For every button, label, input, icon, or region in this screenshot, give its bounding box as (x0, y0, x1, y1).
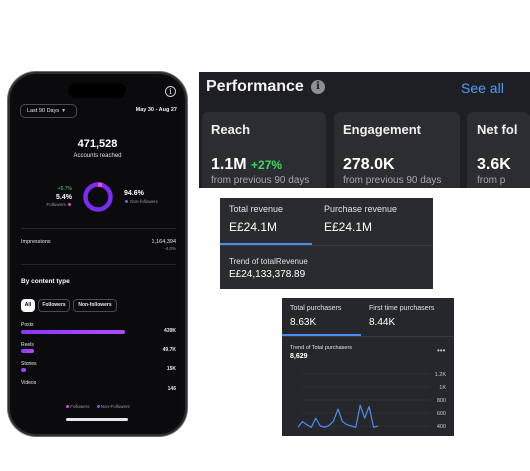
donut-non-followers-arc (83, 182, 113, 212)
bar-reels (21, 349, 135, 353)
accounts-reached-label: Accounts reached (73, 153, 122, 159)
total-purchasers-label: Total purchasers (290, 305, 342, 312)
card-title: Net fol (477, 122, 518, 137)
card-subtitle: from previous 90 days (343, 175, 442, 186)
row-label-posts: Posts (21, 322, 34, 328)
date-range-text: May 30 - Aug 27 (135, 107, 177, 113)
followers-label: Followers (46, 202, 66, 207)
non-followers-dot (96, 405, 100, 409)
card-value: 1.1M (211, 156, 247, 173)
followers-legend: Followers (34, 202, 72, 207)
followers-percent: 5.4% (56, 194, 72, 201)
info-icon[interactable]: i (311, 80, 325, 94)
followers-change: +6.7% (57, 186, 72, 192)
card-subtitle: from p (477, 175, 506, 186)
card-value-row: 1.1M +27% (211, 156, 282, 174)
card-change: +27% (251, 158, 283, 172)
impressions-label: Impressions (21, 239, 51, 245)
card-value: 278.0K (343, 156, 395, 173)
total-revenue-label: Total revenue (229, 204, 284, 214)
dynamic-island (68, 83, 126, 98)
bar-posts (21, 330, 135, 334)
engagement-card[interactable]: Engagement 278.0K from previous 90 days (334, 112, 460, 188)
legend-followers: Followers (70, 404, 90, 409)
more-options-icon[interactable]: ••• (437, 346, 445, 355)
row-label-reels: Reels (21, 342, 34, 348)
revenue-trend-value: E£24,133,378.89 (229, 269, 306, 280)
y-tick-label: 1K (439, 385, 446, 391)
info-icon[interactable]: i (165, 86, 176, 97)
divider (21, 228, 176, 229)
non-followers-percent: 94.6% (124, 190, 144, 197)
row-value-posts: 439K (164, 328, 176, 334)
performance-title: Performance (206, 78, 304, 95)
content-type-title: By content type (21, 278, 70, 285)
non-followers-dot (125, 200, 128, 204)
accounts-reached-value: 471,528 (77, 138, 118, 150)
net-followers-card[interactable]: Net fol 3.6K from p (467, 112, 530, 188)
divider (282, 336, 454, 337)
row-value-reels: 49.7K (162, 347, 176, 353)
followers-donut-chart (83, 182, 113, 212)
impressions-change: -4.0% (164, 246, 176, 251)
purchasers-trend-label: Trend of Total purchasers (290, 345, 353, 351)
series-line-total-purchasers (297, 404, 379, 428)
card-value: 3.6K (477, 156, 511, 173)
chevron-down-icon: ▼ (61, 108, 67, 114)
phone-screen (14, 78, 181, 430)
purchasers-trend-chart: 1.2K 1K 800 600 400 (297, 372, 447, 430)
bar-fill-posts (21, 330, 125, 334)
bar-stories (21, 368, 135, 372)
see-all-link[interactable]: See all (461, 80, 504, 96)
tab-all[interactable]: All (21, 299, 35, 312)
date-range-dropdown-label: Last 90 Days (27, 108, 60, 114)
purchase-revenue-label: Purchase revenue (324, 204, 398, 214)
tab-followers[interactable]: Followers (38, 299, 70, 312)
total-revenue-value: E£24.1M (229, 220, 278, 234)
total-purchasers-value: 8.63K (290, 317, 317, 328)
y-tick-label: 400 (437, 424, 446, 430)
bar-fill-reels (21, 349, 34, 353)
y-tick-label: 600 (437, 411, 446, 417)
reach-card[interactable]: Reach 1.1M +27% from previous 90 days (202, 112, 326, 188)
card-subtitle: from previous 90 days (211, 175, 310, 186)
date-range-dropdown[interactable]: Last 90 Days ▼ (20, 104, 77, 118)
followers-dot (68, 203, 71, 207)
impressions-value: 1,164,394 (151, 239, 176, 245)
revenue-trend-label: Trend of totalRevenue (229, 257, 308, 266)
bar-fill-stories (21, 368, 26, 372)
y-tick-label: 1.2K (435, 372, 447, 378)
purchase-revenue-value: E£24.1M (324, 220, 373, 234)
divider (21, 264, 176, 265)
card-title: Engagement (343, 122, 422, 137)
legend-non-followers: Non-Followers (100, 404, 130, 409)
non-followers-label: Non-followers (130, 199, 158, 204)
home-indicator[interactable] (66, 418, 128, 421)
divider (220, 245, 433, 246)
row-label-videos: Videos (21, 380, 37, 386)
card-title: Reach (211, 122, 251, 137)
tab-non-followers[interactable]: Non-followers (73, 299, 117, 312)
first-time-purchasers-label: First time purchasers (369, 305, 435, 312)
first-time-purchasers-value: 8.44K (369, 317, 396, 328)
followers-dot (66, 405, 70, 409)
non-followers-legend: Non-followers (124, 199, 168, 204)
content-type-legend: Followers Non-Followers (14, 404, 181, 409)
row-value-videos: 146 (167, 386, 176, 392)
row-label-stories: Stories (21, 361, 37, 367)
y-tick-label: 800 (437, 398, 446, 404)
purchasers-trend-value: 8,629 (290, 353, 308, 360)
row-value-stories: 15K (166, 366, 176, 372)
